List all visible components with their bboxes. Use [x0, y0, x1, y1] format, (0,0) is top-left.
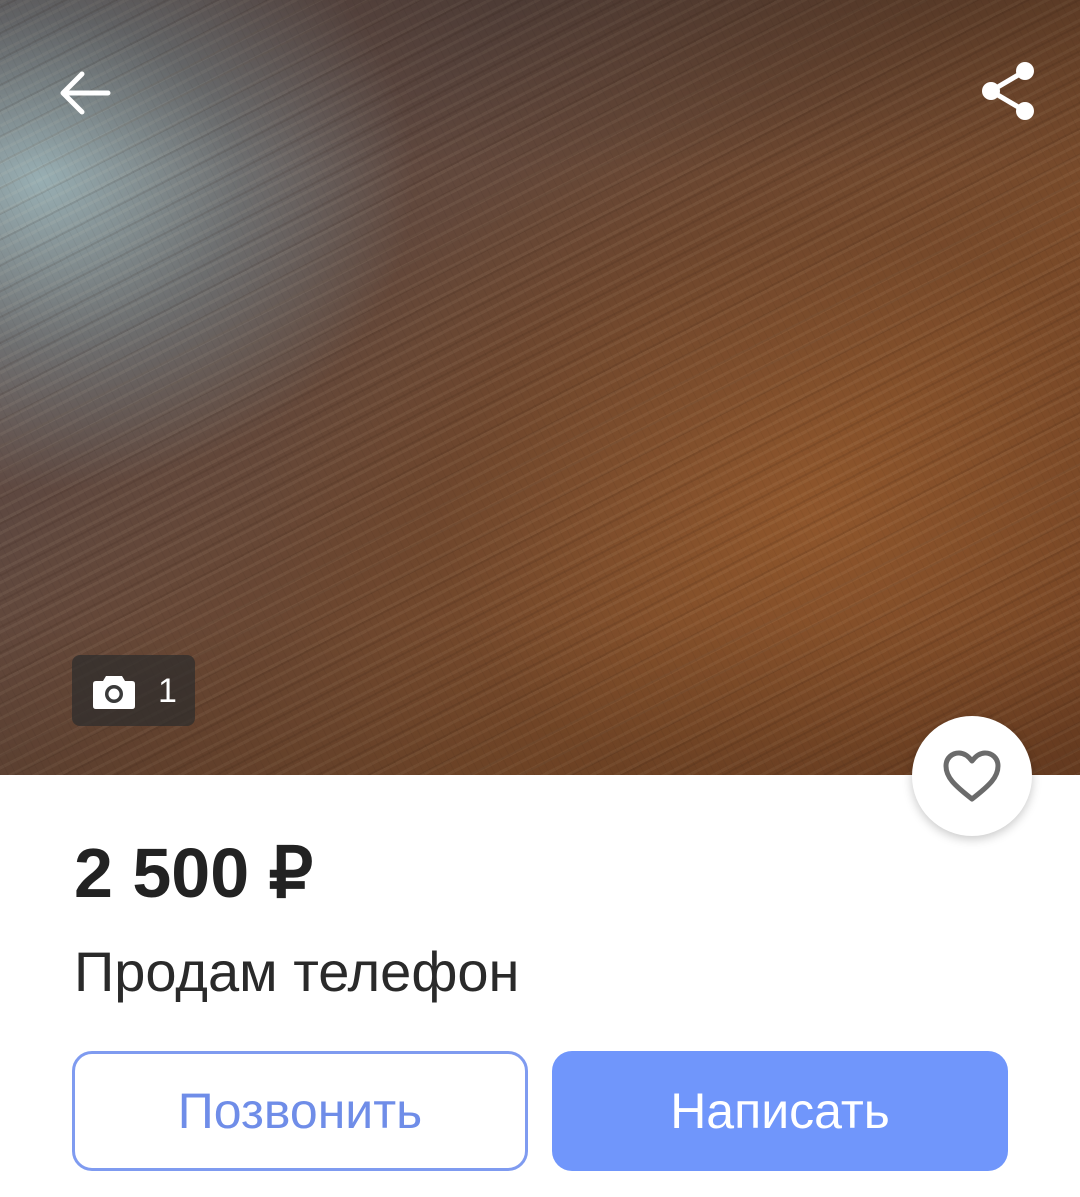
- favorite-button[interactable]: [912, 716, 1032, 836]
- write-message-button[interactable]: Написать: [552, 1051, 1008, 1171]
- camera-icon: [92, 671, 136, 711]
- call-button[interactable]: Позвонить: [72, 1051, 528, 1171]
- share-icon: [982, 62, 1034, 120]
- photo-counter: 1: [72, 655, 195, 726]
- listing-title: Продам телефон: [74, 940, 520, 1003]
- arrow-left-icon: [60, 71, 111, 115]
- back-button[interactable]: [50, 58, 120, 128]
- share-button[interactable]: [972, 54, 1046, 128]
- listing-price: 2 500 ₽: [74, 834, 314, 912]
- heart-outline-icon: [943, 750, 1001, 802]
- listing-page: 1 2 500 ₽ Продам телефон Позвонить Напис…: [0, 0, 1080, 1197]
- photo-count: 1: [158, 671, 177, 710]
- listing-photo[interactable]: 1: [0, 0, 1080, 775]
